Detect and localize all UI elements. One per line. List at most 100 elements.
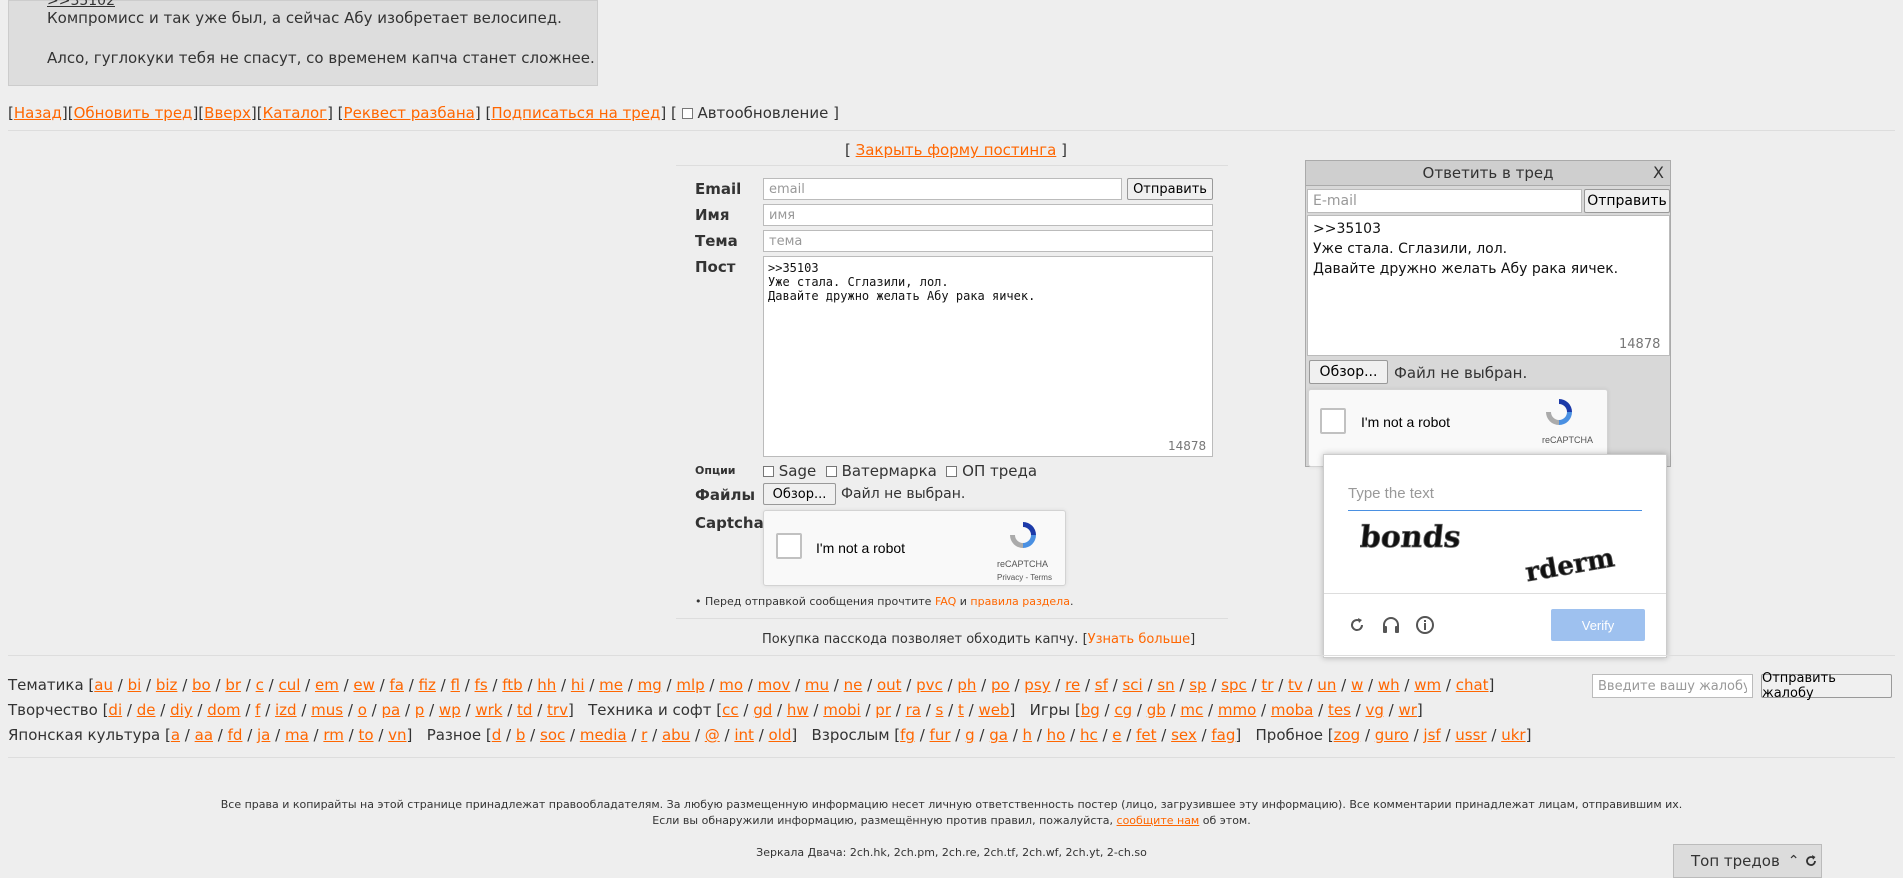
- qr-post-textarea[interactable]: >>35103 Уже стала. Сглазили, лол. Давайт…: [1307, 215, 1670, 356]
- board-link[interactable]: wm: [1414, 676, 1441, 694]
- board-link[interactable]: tv: [1288, 676, 1303, 694]
- info-icon[interactable]: [1415, 615, 1435, 635]
- nav-refresh-link[interactable]: Обновить тред: [74, 104, 193, 122]
- sage-checkbox[interactable]: [763, 466, 774, 477]
- submit-button[interactable]: Отправить: [1127, 178, 1213, 200]
- board-link[interactable]: tr: [1261, 676, 1273, 694]
- board-link[interactable]: r: [641, 726, 647, 744]
- board-link[interactable]: ph: [957, 676, 976, 694]
- board-link[interactable]: me: [599, 676, 623, 694]
- close-icon[interactable]: X: [1653, 163, 1664, 182]
- board-link[interactable]: bo: [192, 676, 211, 694]
- nav-unban-request-link[interactable]: Реквест разбана: [344, 104, 475, 122]
- board-link[interactable]: wp: [439, 701, 461, 719]
- board-link[interactable]: sci: [1122, 676, 1142, 694]
- reload-icon[interactable]: [1347, 615, 1367, 635]
- board-link[interactable]: chat: [1456, 676, 1489, 694]
- board-link[interactable]: mmo: [1218, 701, 1256, 719]
- complaint-input[interactable]: [1592, 674, 1753, 698]
- board-link[interactable]: web: [978, 701, 1009, 719]
- board-link[interactable]: di: [108, 701, 122, 719]
- email-field[interactable]: [763, 178, 1122, 200]
- board-link[interactable]: ne: [844, 676, 863, 694]
- headphones-icon[interactable]: [1381, 615, 1401, 635]
- board-link[interactable]: vn: [388, 726, 406, 744]
- board-link[interactable]: vg: [1365, 701, 1383, 719]
- board-link[interactable]: pr: [875, 701, 891, 719]
- qr-recaptcha-checkbox[interactable]: [1320, 408, 1346, 434]
- verify-button[interactable]: Verify: [1551, 609, 1645, 641]
- nav-back-link[interactable]: Назад: [14, 104, 62, 122]
- faq-link[interactable]: FAQ: [935, 595, 956, 608]
- board-link[interactable]: br: [225, 676, 241, 694]
- board-link[interactable]: spc: [1221, 676, 1247, 694]
- board-link[interactable]: izd: [275, 701, 297, 719]
- board-link[interactable]: abu: [662, 726, 690, 744]
- board-link[interactable]: h: [1023, 726, 1033, 744]
- board-link[interactable]: o: [358, 701, 367, 719]
- board-link[interactable]: bg: [1081, 701, 1100, 719]
- board-link[interactable]: fet: [1136, 726, 1156, 744]
- rules-link[interactable]: правила раздела: [970, 595, 1070, 608]
- board-link[interactable]: cul: [278, 676, 300, 694]
- board-link[interactable]: ussr: [1455, 726, 1486, 744]
- board-link[interactable]: t: [958, 701, 964, 719]
- board-link[interactable]: mus: [311, 701, 343, 719]
- board-link[interactable]: @: [705, 726, 720, 744]
- board-link[interactable]: ga: [989, 726, 1008, 744]
- board-link[interactable]: em: [315, 676, 339, 694]
- nav-catalog-link[interactable]: Каталог: [263, 104, 327, 122]
- board-link[interactable]: mov: [758, 676, 791, 694]
- board-link[interactable]: hi: [571, 676, 585, 694]
- board-link[interactable]: fd: [228, 726, 243, 744]
- board-link[interactable]: fl: [451, 676, 460, 694]
- board-link[interactable]: td: [517, 701, 532, 719]
- board-link[interactable]: int: [734, 726, 754, 744]
- board-link[interactable]: s: [936, 701, 944, 719]
- name-field[interactable]: [763, 204, 1213, 226]
- board-link[interactable]: mlp: [676, 676, 704, 694]
- board-link[interactable]: aa: [195, 726, 213, 744]
- close-form-link[interactable]: Закрыть форму постинга: [856, 141, 1057, 159]
- board-link[interactable]: re: [1065, 676, 1080, 694]
- subject-field[interactable]: [763, 230, 1213, 252]
- board-link[interactable]: g: [965, 726, 975, 744]
- board-link[interactable]: wrk: [475, 701, 502, 719]
- board-link[interactable]: w: [1351, 676, 1363, 694]
- board-link[interactable]: pa: [381, 701, 400, 719]
- board-link[interactable]: ra: [906, 701, 921, 719]
- board-link[interactable]: hw: [787, 701, 809, 719]
- board-link[interactable]: hh: [537, 676, 556, 694]
- board-link[interactable]: to: [358, 726, 373, 744]
- board-link[interactable]: mo: [719, 676, 743, 694]
- board-link[interactable]: diy: [170, 701, 193, 719]
- board-link[interactable]: fg: [900, 726, 915, 744]
- qr-submit-button[interactable]: Отправить: [1584, 189, 1670, 213]
- board-link[interactable]: mobi: [823, 701, 860, 719]
- nav-top-link[interactable]: Вверх: [204, 104, 251, 122]
- board-link[interactable]: ma: [285, 726, 309, 744]
- board-link[interactable]: f: [255, 701, 260, 719]
- board-link[interactable]: bi: [128, 676, 142, 694]
- recaptcha-checkbox[interactable]: [776, 533, 802, 559]
- board-link[interactable]: rm: [323, 726, 344, 744]
- board-link[interactable]: pvc: [916, 676, 943, 694]
- board-link[interactable]: fs: [475, 676, 488, 694]
- top-threads-button[interactable]: Топ тредов ⌃: [1673, 844, 1822, 878]
- board-link[interactable]: trv: [547, 701, 568, 719]
- board-link[interactable]: sn: [1157, 676, 1174, 694]
- board-link[interactable]: sf: [1095, 676, 1108, 694]
- board-link[interactable]: de: [137, 701, 156, 719]
- board-link[interactable]: out: [877, 676, 902, 694]
- board-link[interactable]: moba: [1271, 701, 1314, 719]
- board-link[interactable]: po: [991, 676, 1010, 694]
- refresh-icon[interactable]: [1804, 854, 1818, 868]
- browse-button[interactable]: Обзор...: [763, 483, 836, 505]
- board-link[interactable]: b: [516, 726, 526, 744]
- nav-subscribe-link[interactable]: Подписаться на тред: [491, 104, 660, 122]
- board-link[interactable]: au: [94, 676, 113, 694]
- report-link[interactable]: сообщите нам: [1117, 814, 1200, 827]
- board-link[interactable]: sex: [1171, 726, 1197, 744]
- board-link[interactable]: p: [415, 701, 425, 719]
- board-link[interactable]: e: [1112, 726, 1121, 744]
